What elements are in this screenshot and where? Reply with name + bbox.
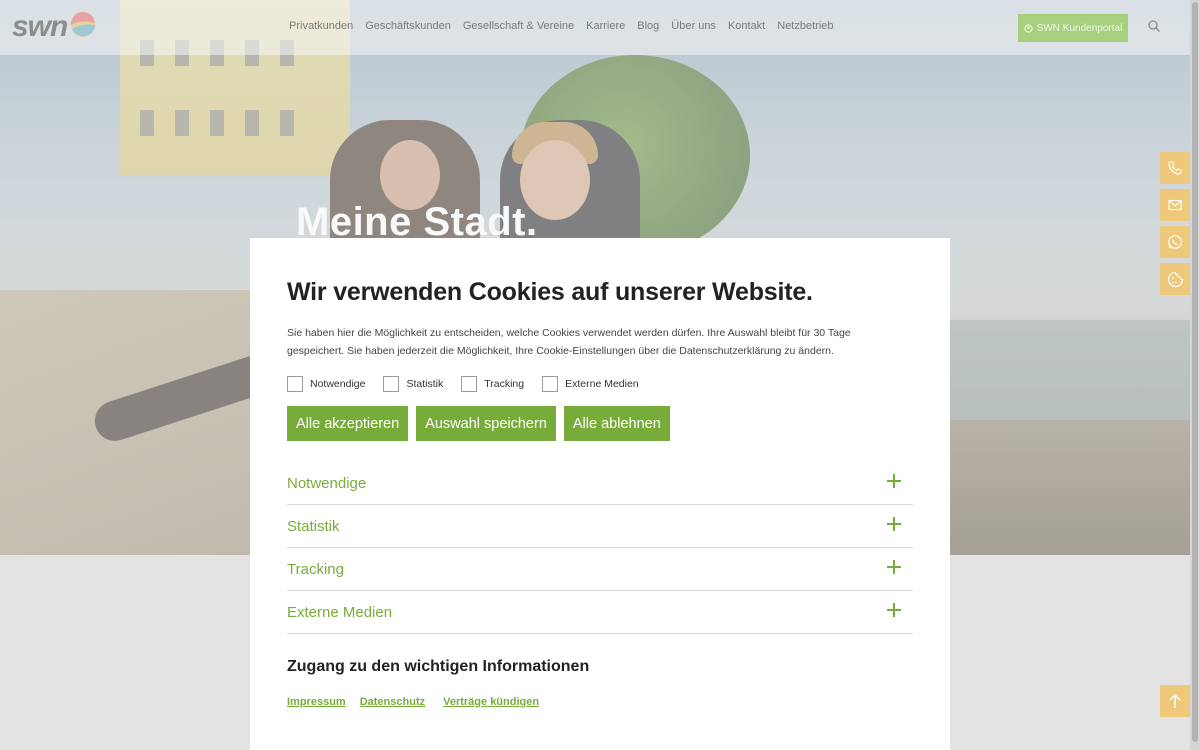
customer-portal-label: SWN Kundenportal (1036, 22, 1123, 34)
checkbox-notwendige[interactable]: Notwendige (287, 376, 365, 392)
cookie-action-buttons: Alle akzeptieren Auswahl speichern Alle … (287, 406, 670, 441)
accept-all-button[interactable]: Alle akzeptieren (287, 406, 409, 441)
important-info-links: Impressum Datenschutz Verträge kündigen (287, 696, 539, 708)
checkbox-box[interactable] (542, 376, 559, 392)
checkbox-label: Notwendige (310, 378, 366, 390)
whatsapp-button[interactable] (1160, 226, 1190, 258)
nav-gesellschaft-vereine[interactable]: Gesellschaft & Vereine (463, 20, 574, 32)
logo-mark-icon (71, 11, 96, 37)
plus-icon[interactable] (887, 603, 901, 617)
nav-netzbetrieb[interactable]: Netzbetrieb (777, 20, 833, 32)
accordion-item-notwendige[interactable]: Notwendige (287, 462, 913, 505)
checkbox-label: Externe Medien (565, 378, 639, 390)
mail-button[interactable] (1160, 189, 1190, 221)
cookie-consent-dialog: Wir verwenden Cookies auf unserer Websit… (250, 238, 950, 750)
nav-kontakt[interactable]: Kontakt (728, 20, 765, 32)
scrollbar-thumb[interactable] (1192, 2, 1198, 742)
checkbox-label: Tracking (484, 378, 525, 390)
phone-button[interactable] (1160, 152, 1190, 184)
nav-ueber-uns[interactable]: Über uns (671, 20, 716, 32)
accordion-title: Statistik (287, 517, 340, 535)
accordion-title: Tracking (287, 560, 344, 578)
whatsapp-icon (1168, 235, 1182, 249)
nav-privatkunden[interactable]: Privatkunden (289, 20, 353, 32)
cookie-settings-button[interactable] (1160, 263, 1190, 295)
checkbox-tracking[interactable]: Tracking (461, 376, 524, 392)
accordion-title: Notwendige (287, 474, 367, 492)
site-header: swn Privatkunden Geschäftskunden Gesells… (0, 0, 1190, 55)
mail-icon (1168, 199, 1182, 211)
impressum-link[interactable]: Impressum (287, 696, 346, 708)
accordion-item-statistik[interactable]: Statistik (287, 505, 913, 548)
nav-geschaeftskunden[interactable]: Geschäftskunden (365, 20, 451, 32)
checkbox-label: Statistik (406, 378, 444, 390)
accordion-item-externe-medien[interactable]: Externe Medien (287, 591, 913, 634)
cookie-dialog-title: Wir verwenden Cookies auf unserer Websit… (287, 278, 813, 306)
customer-portal-button[interactable]: SWN Kundenportal (1018, 14, 1128, 42)
checkbox-statistik[interactable]: Statistik (383, 376, 443, 392)
cookie-icon (1167, 271, 1183, 287)
phone-icon (1168, 161, 1182, 175)
checkbox-box[interactable] (287, 376, 303, 392)
checkbox-box[interactable] (461, 376, 478, 392)
site-logo[interactable]: swn (12, 10, 97, 44)
plus-icon[interactable] (887, 474, 901, 488)
accordion-title: Externe Medien (287, 603, 393, 621)
datenschutz-link[interactable]: Datenschutz (360, 696, 425, 708)
nav-karriere[interactable]: Karriere (586, 20, 625, 32)
cookie-category-accordion: Notwendige Statistik Tracking Externe Me… (287, 462, 913, 634)
main-navigation: Privatkunden Geschäftskunden Gesellschaf… (289, 20, 834, 32)
portal-icon (1024, 23, 1033, 33)
cookie-dialog-description: Sie haben hier die Möglichkeit zu entsch… (287, 327, 851, 357)
search-icon[interactable] (1147, 19, 1161, 33)
checkbox-externe-medien[interactable]: Externe Medien (542, 376, 639, 392)
accordion-item-tracking[interactable]: Tracking (287, 548, 913, 591)
plus-icon[interactable] (887, 560, 901, 574)
cookie-category-checkboxes: Notwendige Statistik Tracking Externe Me… (287, 376, 657, 392)
save-selection-button[interactable]: Auswahl speichern (416, 406, 556, 441)
arrow-up-icon (1169, 693, 1181, 708)
important-info-heading: Zugang zu den wichtigen Informationen (287, 658, 590, 675)
scroll-to-top-button[interactable] (1160, 685, 1190, 717)
logo-text: swn (12, 10, 68, 43)
plus-icon[interactable] (887, 517, 901, 531)
reject-all-button[interactable]: Alle ablehnen (563, 406, 670, 441)
cancel-contracts-link[interactable]: Verträge kündigen (443, 696, 539, 708)
checkbox-box[interactable] (383, 376, 400, 392)
nav-blog[interactable]: Blog (637, 20, 659, 32)
